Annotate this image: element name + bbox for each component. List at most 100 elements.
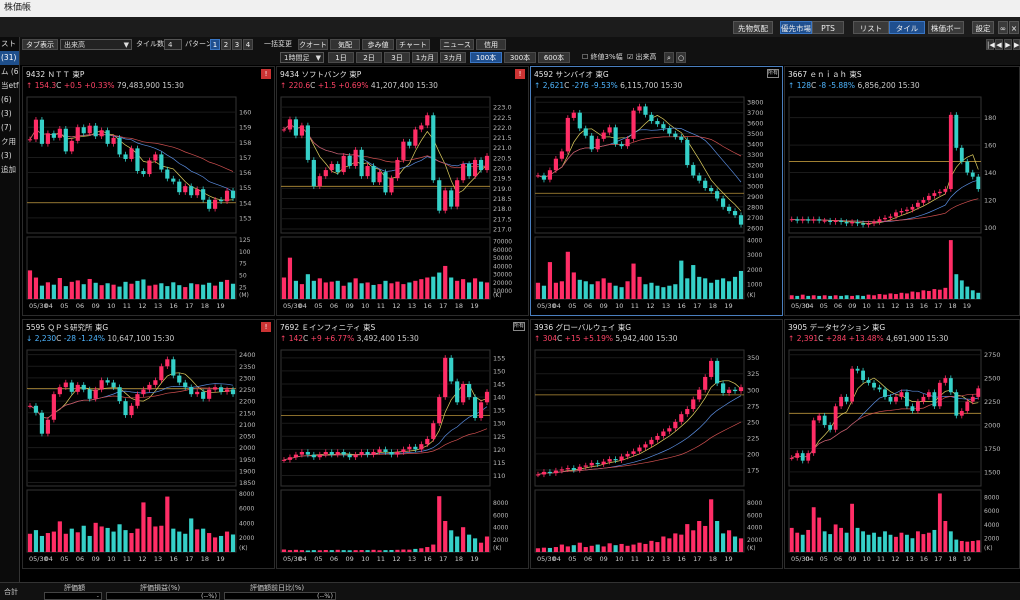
y-tick-label: 140	[984, 169, 996, 177]
watchlist-item[interactable]: ク用 (	[0, 135, 19, 149]
candle	[726, 206, 732, 212]
view-button-2[interactable]: 歩み値	[362, 39, 394, 50]
volume-bar	[655, 285, 660, 299]
watchlist-item[interactable]: (6)	[0, 93, 19, 107]
y-tick-label: 3700	[747, 109, 764, 117]
chart-tile[interactable]: 4592 サンバイオ 東G ↑ 2,621C -276 -9.53% 6,115,…	[530, 66, 783, 316]
candle	[613, 127, 618, 145]
nav-button-4[interactable]: タイル	[889, 21, 925, 34]
period-button-0[interactable]: 1日	[328, 52, 354, 63]
price-chart[interactable]: 18016014012010005/3004 05 06 09 10 11 12 13 16 17…	[785, 93, 1019, 315]
watchlist-item[interactable]: (3)	[0, 107, 19, 121]
last-icon[interactable]: ▶|	[1013, 39, 1020, 50]
pattern-button-3[interactable]: 3	[232, 39, 242, 50]
candle	[965, 161, 970, 173]
view-button-5[interactable]: 信用	[476, 39, 506, 50]
alert-icon[interactable]: !	[261, 69, 271, 79]
watchlist-item[interactable]: 当etf	[0, 79, 19, 93]
nav-button-5[interactable]: 株価ボード	[928, 21, 964, 46]
volume-bar	[484, 536, 490, 552]
price-chart[interactable]: 350 325 300 275 250 225 200 175 8000 6000 4000 2000…	[531, 346, 782, 568]
tile-count-select[interactable]: 4	[164, 39, 182, 50]
price-chart[interactable]: 223.0 222.5 222.0 221.5 221.0 220.5 220.0 219.5…	[277, 93, 528, 315]
alert-icon[interactable]: !	[261, 322, 271, 332]
candle	[817, 415, 822, 421]
x-tick-label: 06	[834, 555, 842, 563]
price-chart[interactable]: 155 150 145 140 135 130 125 120 115 110 8000 6000 40…	[277, 346, 528, 568]
pattern-button-4[interactable]: 4	[243, 39, 253, 50]
volume-bar	[461, 279, 466, 299]
x-tick-label: 13	[662, 555, 670, 563]
chart-tile[interactable]: 7692 Ｅインフィニティ 東S ↑ 142C +9 +6.77% 3,492,4…	[276, 319, 529, 569]
x-tick-label: 10	[107, 302, 115, 310]
nav-button-0[interactable]: 先物気配	[733, 21, 773, 34]
first-icon[interactable]: |◀	[986, 39, 995, 50]
watchlist-item[interactable]: (31)	[0, 51, 19, 65]
quote-time: 15:30	[655, 334, 678, 343]
watchlist-item[interactable]: 追加	[0, 163, 19, 177]
x-tick-label: 18	[709, 302, 717, 310]
next-icon[interactable]: ▶	[1004, 39, 1012, 50]
chart-tile[interactable]: 3905 データセクション 東G ↑ 2,391C +284 +13.48% 4,…	[784, 319, 1020, 569]
x-tick-label: 05	[60, 555, 68, 563]
y-tick-label: 2750	[984, 351, 1001, 359]
tab-display-select[interactable]: 出来高 ▼	[60, 39, 132, 50]
period-button-2[interactable]: 3日	[384, 52, 410, 63]
nav-button-2[interactable]: PTS	[812, 21, 844, 34]
chart-tile[interactable]: 3936 グローバルウェイ 東G ↑ 304C +15 +5.19% 5,942,…	[530, 319, 783, 569]
period-button-3[interactable]: 1カ月	[412, 52, 438, 63]
candle	[583, 465, 588, 467]
candle	[661, 124, 666, 129]
count-button-2[interactable]: 600本	[538, 52, 570, 63]
candle	[455, 381, 460, 403]
period-button-1[interactable]: 2日	[356, 52, 382, 63]
view-button-1[interactable]: 気配	[330, 39, 360, 50]
x-tick-label: 04	[45, 555, 53, 563]
view-button-4[interactable]: ニュース	[440, 39, 474, 50]
watchlist-item[interactable]: ム (6)	[0, 65, 19, 79]
watchlist-item[interactable]: (3)	[0, 149, 19, 163]
x-tick-label: 06	[76, 302, 84, 310]
settings-small-icon[interactable]: ○	[676, 52, 686, 63]
chart-tile[interactable]: 9434 ソフトバンク 東P ↑ 220.6C +1.5 +0.69% 41,20…	[276, 66, 529, 316]
zoom-icon[interactable]: ⌕	[664, 52, 674, 63]
pattern-button-2[interactable]: 2	[221, 39, 231, 50]
count-button-1[interactable]: 300本	[504, 52, 536, 63]
price-chart[interactable]: 3800 3700 3600 3500 3400 3300 3200 3100 3000 2900…	[531, 93, 782, 315]
candle	[183, 382, 188, 388]
y-tick-label: 2100	[239, 421, 256, 429]
watchlist-item[interactable]: (7)	[0, 121, 19, 135]
close-range-checkbox[interactable]: ☐ 終値3%幅	[582, 52, 623, 63]
nav-button-3[interactable]: リスト	[853, 21, 889, 34]
close-icon[interactable]: ×	[1009, 21, 1019, 34]
link-icon[interactable]: ∞	[998, 21, 1008, 34]
period-select[interactable]: 1時間足 ▼	[280, 52, 324, 63]
volume-checkbox[interactable]: ☑ 出来高	[627, 52, 657, 63]
chart-tile[interactable]: 9432 ＮＴＴ 東P ↑ 154.3C +0.5 +0.33% 79,483,9…	[22, 66, 275, 316]
nav-button-1[interactable]: 優先市場	[780, 21, 812, 34]
volume-bar	[99, 526, 104, 552]
price-chart[interactable]: 160 159 158 157 156 155 154 153 125 100 75 50 25(M) 0…	[23, 93, 274, 315]
volume-bar	[850, 295, 855, 299]
period-button-4[interactable]: 3カ月	[440, 52, 466, 63]
price-chart[interactable]: 2750 2500 2250 2000 1750 1500 8000 6000 4000 2000…	[785, 346, 1019, 568]
count-button-0[interactable]: 100本	[470, 52, 502, 63]
candle	[861, 223, 865, 225]
alert-icon[interactable]: !	[515, 69, 525, 79]
chart-tile[interactable]: 3667 ｅｎｉａｈ 東S ↑ 128C -8 -5.88% 6,856,200 …	[784, 66, 1020, 316]
candle	[467, 384, 472, 398]
chart-tile[interactable]: 5595 ＱＰＳ研究所 東G ↓ 2,230C -28 -1.24% 10,647…	[22, 319, 275, 569]
prev-icon[interactable]: ◀	[995, 39, 1003, 50]
pattern-button-1[interactable]: 1	[210, 39, 220, 50]
volume-bar	[959, 280, 964, 299]
view-button-3[interactable]: チャート	[396, 39, 430, 50]
nav-button-6[interactable]: 設定	[972, 21, 994, 34]
price-chart[interactable]: 2400 2350 2300 2250 2200 2150 2100 2050 2000 1950…	[23, 346, 274, 568]
view-button-0[interactable]: クオート	[298, 39, 328, 50]
volume-bar	[99, 285, 104, 299]
volume-bar	[795, 295, 800, 299]
volume-bar	[153, 526, 158, 552]
watchlist-item[interactable]: スト	[0, 37, 19, 51]
x-tick-label: 12	[646, 302, 654, 310]
x-tick-label: 11	[377, 555, 385, 563]
